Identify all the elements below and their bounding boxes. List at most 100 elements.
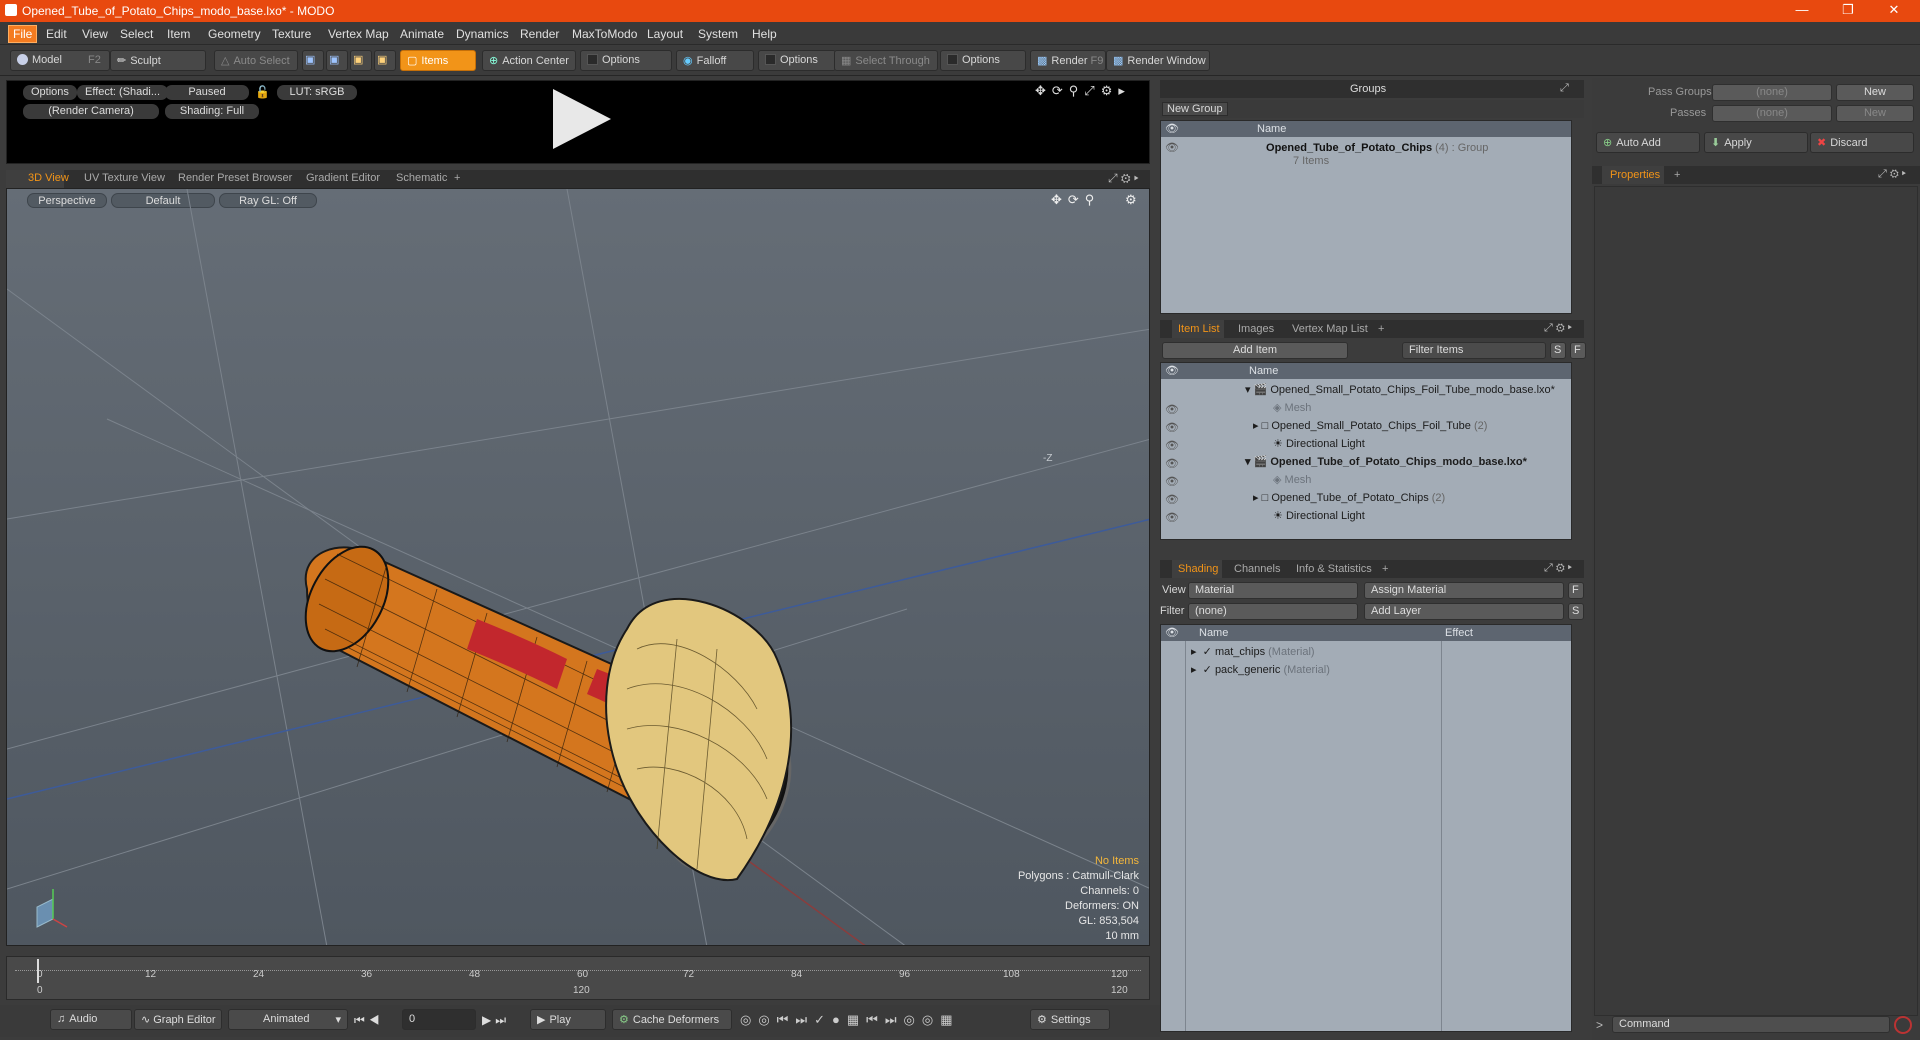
menu-maxtomodo[interactable]: MaxToModo [568, 26, 641, 42]
shading-dropdown[interactable]: Shading: Full [165, 104, 259, 119]
frame-input[interactable]: 0 [402, 1009, 476, 1030]
add-tab-button[interactable]: + [1378, 323, 1384, 335]
auto-add-button[interactable]: ⊕ Auto Add [1596, 132, 1700, 153]
render-button[interactable]: ▩ Render F9 [1030, 50, 1106, 71]
view-dropdown[interactable]: Material [1188, 582, 1358, 599]
add-tab-button[interactable]: + [454, 172, 460, 184]
add-item-dropdown[interactable]: Add Item [1162, 342, 1348, 359]
material-row[interactable]: ▸ ✓ pack_generic (Material) [1191, 663, 1330, 676]
preview-effect-dropdown[interactable]: Effect: (Shadi... [77, 85, 169, 100]
minimize-icon[interactable]: — [1780, 2, 1824, 17]
mesh-row[interactable]: ◈ Mesh [1273, 401, 1311, 414]
play-button[interactable]: ▶ Play [530, 1009, 606, 1030]
menu-system[interactable]: System [694, 26, 742, 42]
material-mode-button[interactable]: ▣ [374, 50, 396, 71]
sculpt-button[interactable]: ✏ Sculpt [110, 50, 206, 71]
select-options-button[interactable]: Options [940, 50, 1026, 71]
menu-select[interactable]: Select [116, 26, 157, 42]
preview-nav-icons[interactable]: ✥⟳⚲⤢⚙▸ [1035, 83, 1131, 99]
tab-images[interactable]: Images [1238, 323, 1274, 335]
model-button[interactable]: Model F2 [10, 50, 110, 71]
menu-geometry[interactable]: Geometry [204, 26, 265, 42]
visibility-icon[interactable]: 👁 [1165, 142, 1179, 154]
filter-items-input[interactable]: Filter Items [1402, 342, 1546, 359]
tab-item-list[interactable]: Item List [1178, 323, 1220, 335]
shading-s-button[interactable]: S [1568, 603, 1584, 620]
material-row[interactable]: ▸ ✓ mat_chips (Material) [1191, 645, 1315, 658]
item-visibility-column[interactable]: 👁 👁 👁 👁 👁 👁 👁 [1165, 401, 1179, 527]
audio-button[interactable]: ♫ Audio [50, 1009, 132, 1030]
menu-animate[interactable]: Animate [396, 26, 448, 42]
polygon-mode-button[interactable]: ▣ [350, 50, 372, 71]
new-group-button[interactable]: New Group [1162, 102, 1228, 116]
3d-viewport[interactable]: Perspective Default Ray GL: Off ✥⟳⚲ ⚙ -Z… [6, 188, 1150, 946]
cache-deformers-button[interactable]: ⚙ Cache Deformers [612, 1009, 732, 1030]
add-layer-dropdown[interactable]: Add Layer [1364, 603, 1564, 620]
action-center-options-button[interactable]: Options [580, 50, 672, 71]
shader-tree[interactable]: 👁 Name Effect ▸ ✓ mat_chips (Material) ▸… [1160, 624, 1572, 1032]
vertex-mode-button[interactable]: ▣ [302, 50, 324, 71]
edge-mode-button[interactable]: ▣ [326, 50, 348, 71]
filter-s-button[interactable]: S [1550, 342, 1566, 359]
items-button[interactable]: ▢ Items [400, 50, 476, 71]
apply-button[interactable]: ⬇ Apply [1704, 132, 1808, 153]
passes-dropdown[interactable]: (none) [1712, 105, 1832, 122]
lut-dropdown[interactable]: LUT: sRGB [277, 85, 357, 100]
groups-expand-icon[interactable]: ⤢ [1560, 82, 1569, 95]
tab-uv-texture-view[interactable]: UV Texture View [84, 172, 165, 184]
select-through-button[interactable]: ▦ Select Through [834, 50, 938, 71]
tab-3d-view[interactable]: 3D View [28, 172, 69, 184]
menu-help[interactable]: Help [748, 26, 781, 42]
preview-options-button[interactable]: Options [23, 85, 77, 100]
mesh-row[interactable]: ◈ Mesh [1273, 473, 1311, 486]
tab-channels[interactable]: Channels [1234, 563, 1280, 575]
falloff-button[interactable]: ◉ Falloff [676, 50, 754, 71]
light-row[interactable]: ☀ Directional Light [1273, 437, 1365, 450]
render-window-button[interactable]: ▩ Render Window [1106, 50, 1210, 71]
menu-item[interactable]: Item [163, 26, 194, 42]
filter-dropdown[interactable]: (none) [1188, 603, 1358, 620]
tab-render-preset-browser[interactable]: Render Preset Browser [178, 172, 292, 184]
playhead[interactable] [37, 959, 39, 983]
panel-settings-icon[interactable]: ⤢ ⚙ ▸ [1544, 322, 1572, 335]
menu-view[interactable]: View [78, 26, 112, 42]
assign-material-button[interactable]: Assign Material [1364, 582, 1564, 599]
close-icon[interactable]: ✕ [1872, 2, 1916, 18]
new-pass-group-button[interactable]: New [1836, 84, 1914, 101]
add-tab-button[interactable]: + [1674, 169, 1680, 181]
menu-layout[interactable]: Layout [643, 26, 687, 42]
menu-dynamics[interactable]: Dynamics [452, 26, 513, 42]
scene-row[interactable]: ▾ 🎬 Opened_Small_Potato_Chips_Foil_Tube_… [1245, 383, 1555, 396]
shading-f-button[interactable]: F [1568, 582, 1584, 599]
preview-paused-toggle[interactable]: Paused [165, 85, 249, 100]
play-icon[interactable] [547, 85, 617, 155]
camera-dropdown[interactable]: (Render Camera) [23, 104, 159, 119]
panel-settings-icon[interactable]: ⤢ ⚙ ▸ [1544, 562, 1572, 575]
lock-icon[interactable]: 🔓 [255, 85, 270, 99]
tab-schematic[interactable]: Schematic [396, 172, 447, 184]
tab-properties[interactable]: Properties [1610, 169, 1660, 181]
light-row[interactable]: ☀ Directional Light [1273, 509, 1365, 522]
item-list[interactable]: 👁 Name ▾ 🎬 Opened_Small_Potato_Chips_Foi… [1160, 362, 1572, 540]
graph-editor-button[interactable]: ∿ Graph Editor [134, 1009, 222, 1030]
menu-file[interactable]: File [8, 25, 38, 43]
action-center-button[interactable]: ⊕ Action Center [482, 50, 576, 71]
tab-vertex-map-list[interactable]: Vertex Map List [1292, 323, 1368, 335]
menu-texture[interactable]: Texture [268, 26, 315, 42]
new-pass-button[interactable]: New [1836, 105, 1914, 122]
scene-row-active[interactable]: ▾ 🎬 Opened_Tube_of_Potato_Chips_modo_bas… [1245, 455, 1527, 468]
restore-icon[interactable]: ❐ [1826, 2, 1870, 18]
falloff-options-button[interactable]: Options [758, 50, 836, 71]
groups-list[interactable]: 👁 Name 👁 Opened_Tube_of_Potato_Chips (4)… [1160, 120, 1572, 314]
add-tab-button[interactable]: + [1382, 563, 1388, 575]
filter-f-button[interactable]: F [1570, 342, 1586, 359]
keyframe-tool-icons[interactable]: ◎◎⏮⏭✓●▦⏮⏭◎◎▦ [740, 1012, 959, 1028]
animated-dropdown[interactable]: Animated ▾ [228, 1009, 348, 1030]
pass-groups-dropdown[interactable]: (none) [1712, 84, 1832, 101]
timeline[interactable]: 0 12 24 36 48 60 72 84 96 108 120 0 120 … [6, 956, 1150, 1000]
tab-info-statistics[interactable]: Info & Statistics [1296, 563, 1372, 575]
group-item-row[interactable]: ▸ □ Opened_Tube_of_Potato_Chips (2) [1253, 491, 1445, 504]
record-icon[interactable] [1894, 1016, 1912, 1034]
discard-button[interactable]: ✖ Discard [1810, 132, 1914, 153]
panel-settings-icon[interactable]: ⤢ ⚙ ▸ [1878, 168, 1906, 181]
